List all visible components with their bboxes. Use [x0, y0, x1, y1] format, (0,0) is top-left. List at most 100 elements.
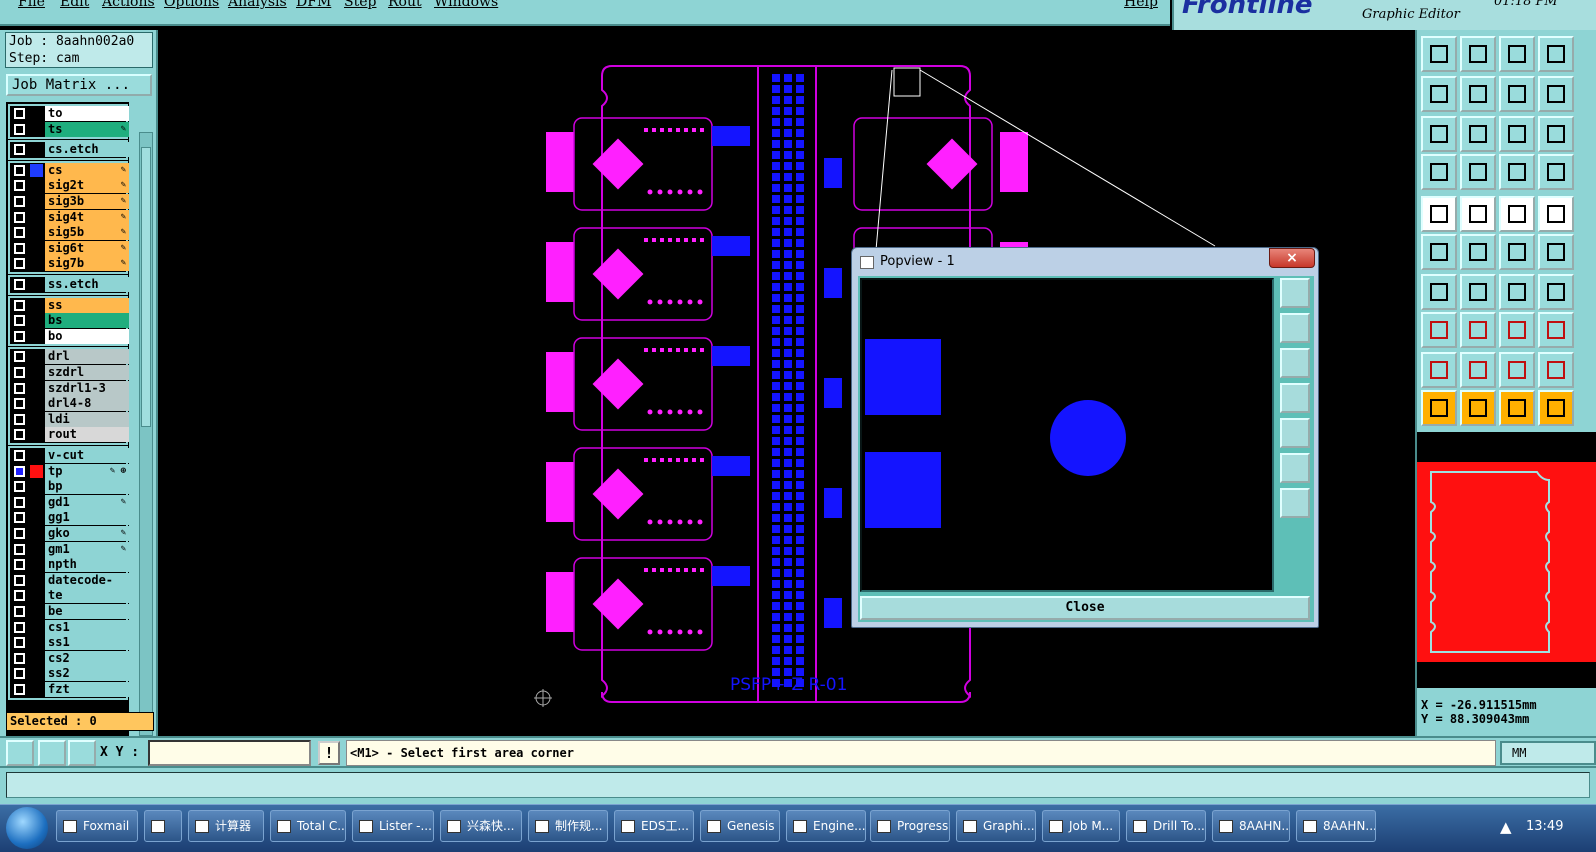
- snap-icon[interactable]: [6, 740, 34, 766]
- menu-help[interactable]: Help: [1124, 0, 1158, 10]
- layer-name[interactable]: sig7b ✎: [45, 256, 129, 272]
- home-icon-3[interactable]: [1499, 116, 1535, 152]
- layer-name[interactable]: cs ✎: [45, 162, 129, 178]
- layer-color-swatch[interactable]: [30, 226, 43, 240]
- layer-color-swatch[interactable]: [30, 381, 43, 395]
- layer-checkbox[interactable]: [14, 315, 25, 327]
- layer-checkbox[interactable]: [14, 180, 25, 192]
- layer-checkbox[interactable]: [14, 413, 25, 425]
- popview-tool-button[interactable]: [1280, 278, 1310, 308]
- settings-icon-1[interactable]: [1421, 352, 1457, 388]
- layer-row-szdrl1-3[interactable]: szdrl1-3: [10, 380, 129, 397]
- layer-checkbox[interactable]: [14, 481, 25, 493]
- layer-name[interactable]: ss.etch: [45, 277, 129, 292]
- select-icon-4[interactable]: [1538, 390, 1574, 426]
- layer-down-icon-1[interactable]: [1421, 76, 1457, 112]
- layer-name[interactable]: datecode-pbe: [45, 572, 129, 602]
- units-selector[interactable]: MM: [1500, 741, 1596, 765]
- layer-row-rout[interactable]: rout: [10, 427, 129, 443]
- panel-icon-4[interactable]: [1538, 154, 1574, 190]
- home-icon-4[interactable]: [1538, 116, 1574, 152]
- layer-color-swatch[interactable]: [30, 604, 43, 618]
- layer-row-bo[interactable]: bo: [10, 328, 129, 345]
- layer-color-swatch[interactable]: [30, 526, 43, 540]
- home-icon-2[interactable]: [1460, 116, 1496, 152]
- layer-row-gg1[interactable]: gg1: [10, 510, 129, 526]
- layer-color-swatch[interactable]: [30, 122, 43, 136]
- pan-left-button[interactable]: [1280, 383, 1310, 413]
- layer-row-to[interactable]: to: [10, 106, 129, 122]
- layer-color-swatch[interactable]: [30, 365, 43, 379]
- popview-canvas[interactable]: [860, 278, 1274, 592]
- layer-row-ldi[interactable]: ldi: [10, 411, 129, 428]
- layer-row-sig2t[interactable]: sig2t ✎: [10, 178, 129, 194]
- layer-down-icon-3[interactable]: [1499, 76, 1535, 112]
- layer-checkbox[interactable]: [14, 123, 25, 135]
- layer-color-swatch[interactable]: [30, 495, 43, 509]
- layer-row-fzt[interactable]: fzt: [10, 681, 129, 698]
- layer-color-swatch[interactable]: [30, 397, 43, 411]
- move-icon-3[interactable]: [1499, 196, 1535, 232]
- layer-checkbox[interactable]: [14, 108, 25, 119]
- zoom-icon-4[interactable]: [1538, 312, 1574, 348]
- layer-checkbox[interactable]: [14, 330, 25, 342]
- layer-checkbox[interactable]: [14, 242, 25, 254]
- close-icon[interactable]: ×: [1269, 248, 1315, 268]
- layer-name[interactable]: rout: [45, 427, 129, 443]
- scroll-thumb[interactable]: [141, 147, 151, 427]
- taskbar-button[interactable]: [144, 810, 182, 842]
- layer-row-gm1[interactable]: gm1 ✎: [10, 541, 129, 558]
- layer-checkbox[interactable]: [14, 279, 25, 290]
- layer-color-swatch[interactable]: [30, 412, 43, 426]
- layer-name[interactable]: bo: [45, 328, 129, 344]
- settings-icon-3[interactable]: [1499, 352, 1535, 388]
- alert-button[interactable]: !: [318, 741, 340, 765]
- settings-icon-4[interactable]: [1538, 352, 1574, 388]
- layer-name[interactable]: sig4t ✎: [45, 209, 129, 225]
- home-icon-1[interactable]: [1421, 116, 1457, 152]
- layer-color-swatch[interactable]: [30, 667, 43, 681]
- layer-down-icon-4[interactable]: [1538, 76, 1574, 112]
- layer-row-sig3b[interactable]: sig3b ✎: [10, 193, 129, 210]
- layer-scrollbar[interactable]: [139, 132, 153, 736]
- popview-close-button[interactable]: Close: [860, 596, 1310, 620]
- undo-icon-1[interactable]: [1421, 274, 1457, 310]
- layer-name[interactable]: v-cut: [45, 448, 129, 463]
- layer-name[interactable]: te: [45, 588, 129, 604]
- layer-name[interactable]: ts ✎: [45, 121, 129, 137]
- layer-checkbox[interactable]: [14, 258, 25, 270]
- zoom-icon-3[interactable]: [1499, 312, 1535, 348]
- taskbar-button[interactable]: Progress: [870, 810, 950, 842]
- layer-checkbox[interactable]: [14, 351, 25, 363]
- layer-color-swatch[interactable]: [30, 428, 43, 442]
- taskbar-button[interactable]: EDS工...: [614, 810, 694, 842]
- layer-name[interactable]: cs2: [45, 650, 129, 666]
- layer-row-cs[interactable]: cs ✎: [10, 162, 129, 179]
- layer-name[interactable]: gg1: [45, 510, 129, 526]
- layer-row-ss1[interactable]: ss1: [10, 635, 129, 651]
- layer-name[interactable]: szdrl1-3: [45, 380, 129, 396]
- taskbar-button[interactable]: Drill To...: [1126, 810, 1206, 842]
- move-icon-2[interactable]: [1460, 196, 1496, 232]
- layer-checkbox[interactable]: [14, 429, 25, 441]
- layer-color-swatch[interactable]: [30, 241, 43, 255]
- layer-row-tp[interactable]: tp ✎ ⊕: [10, 463, 129, 480]
- measure-icon[interactable]: [38, 740, 66, 766]
- pan-down-button[interactable]: [1280, 348, 1310, 378]
- layer-checkbox[interactable]: [14, 559, 25, 571]
- panel-icon-3[interactable]: [1499, 154, 1535, 190]
- menu-file[interactable]: File: [18, 0, 45, 10]
- layer-name[interactable]: sig6t ✎: [45, 240, 129, 256]
- taskbar-button[interactable]: Total C...: [270, 810, 346, 842]
- taskbar-button[interactable]: 计算器: [188, 810, 264, 842]
- taskbar-button[interactable]: Foxmail: [56, 810, 138, 842]
- layer-up-icon-1[interactable]: [1421, 36, 1457, 72]
- layer-checkbox[interactable]: [14, 590, 25, 602]
- layer-checkbox[interactable]: [14, 450, 25, 461]
- layer-row-bp[interactable]: bp: [10, 479, 129, 495]
- layer-color-swatch[interactable]: [30, 329, 43, 343]
- layer-row-te[interactable]: te: [10, 588, 129, 604]
- layer-row-gko[interactable]: gko ✎: [10, 525, 129, 542]
- layer-color-swatch[interactable]: [30, 636, 43, 650]
- undo-icon-2[interactable]: [1460, 274, 1496, 310]
